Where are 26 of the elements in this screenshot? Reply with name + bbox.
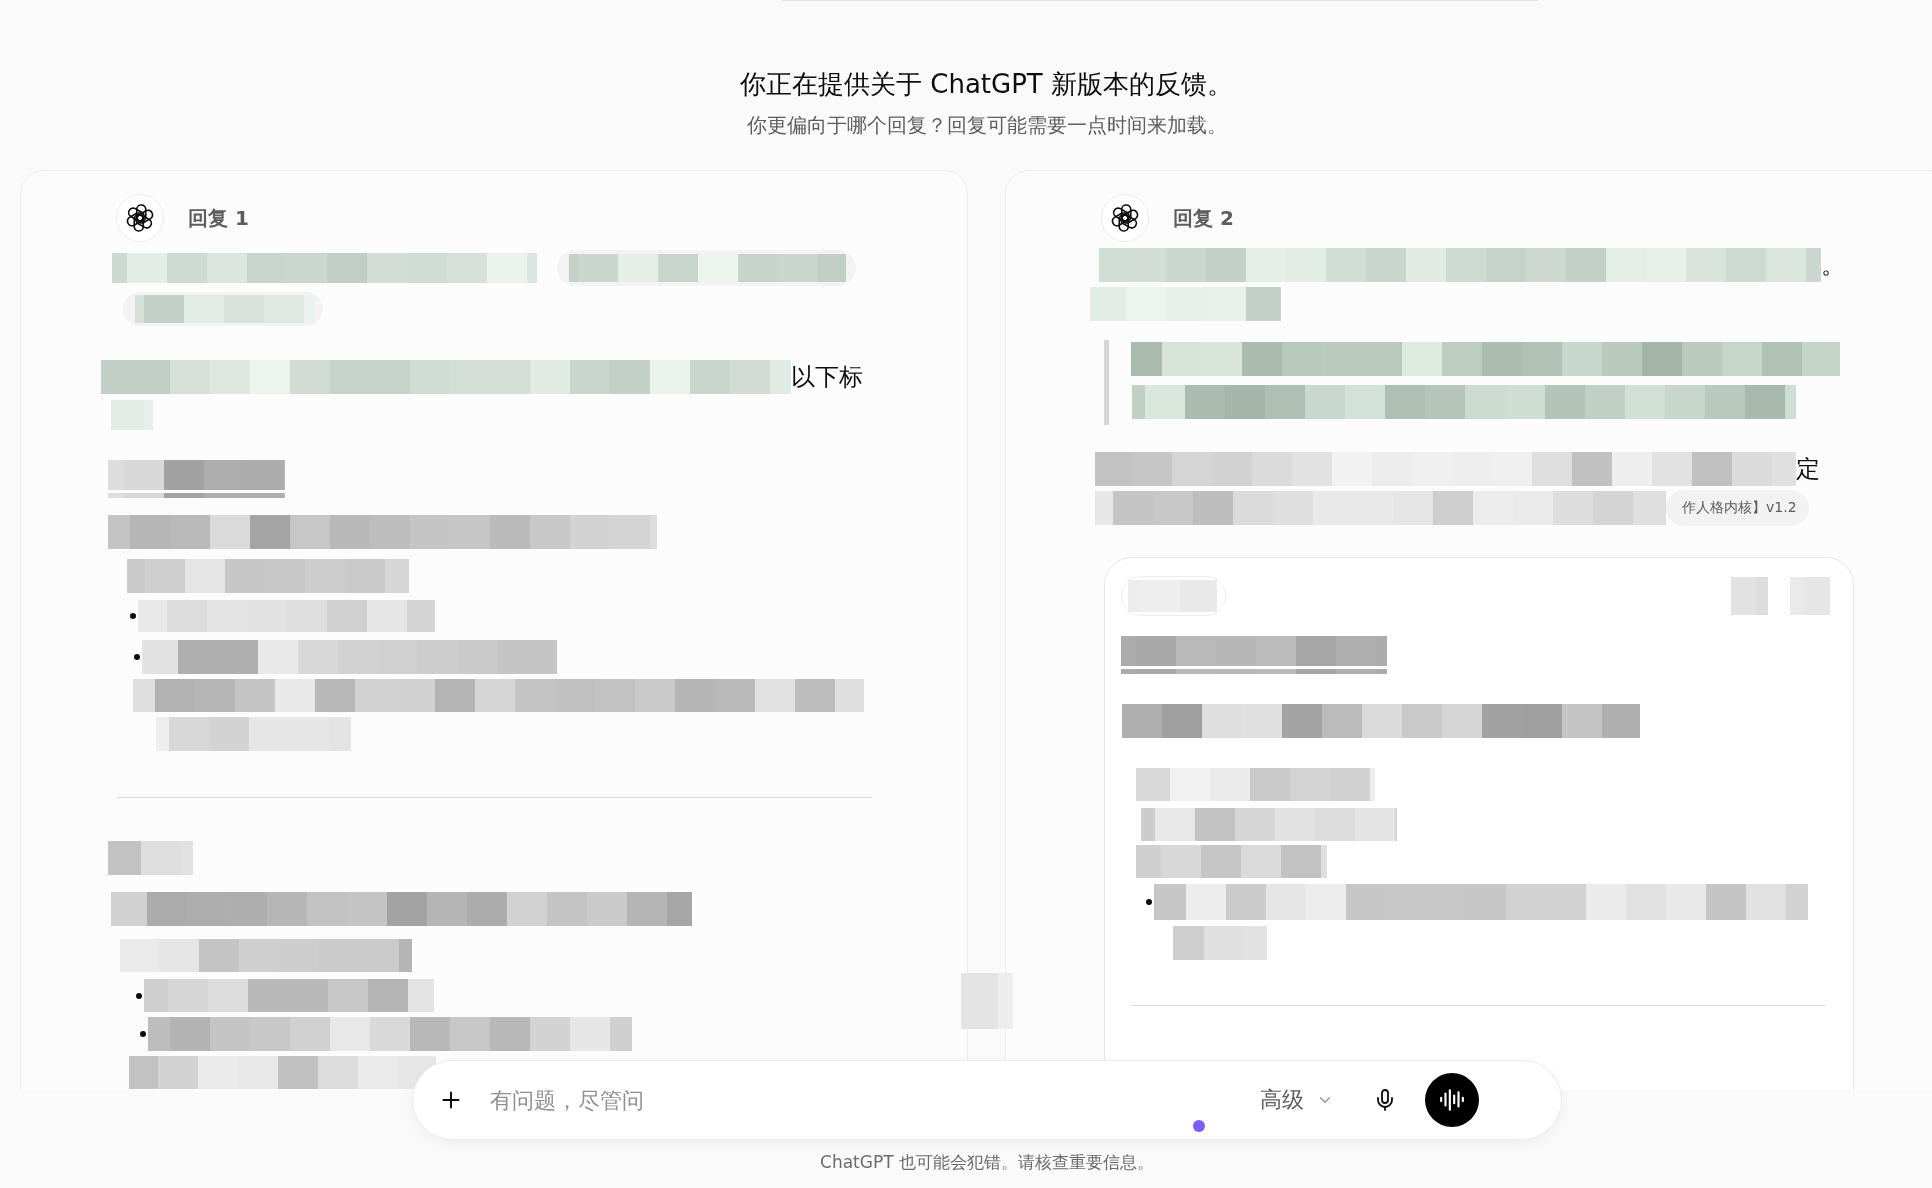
waveform-icon bbox=[1439, 1087, 1465, 1113]
voice-mode-button[interactable] bbox=[1425, 1073, 1479, 1127]
response-label: 回复 1 bbox=[188, 204, 249, 232]
disclaimer-text: ChatGPT 也可能会犯错。请核查重要信息。 bbox=[820, 1151, 1154, 1173]
knot-icon bbox=[116, 194, 164, 242]
pixelated-icon bbox=[1731, 577, 1768, 615]
page-title: 你正在提供关于 ChatGPT 新版本的反馈。 bbox=[740, 68, 1233, 101]
bullet-icon bbox=[140, 1031, 146, 1037]
pixelated-icon bbox=[1790, 577, 1830, 615]
message-composer[interactable]: 有问题，尽管问 高级 bbox=[412, 1060, 1562, 1140]
response-label: 回复 2 bbox=[1173, 204, 1234, 232]
pixelated-icon bbox=[961, 973, 1013, 1029]
bullet-icon bbox=[130, 613, 136, 619]
message-input[interactable]: 有问题，尽管问 bbox=[488, 1079, 1256, 1121]
model-selector-button[interactable]: 高级 bbox=[1256, 1085, 1338, 1115]
citation-chip[interactable]: 作人格内核】v1.2 bbox=[1666, 490, 1809, 526]
bullet-icon bbox=[136, 992, 142, 999]
page-subtitle: 你更偏向于哪个回复？回复可能需要一点时间来加载。 bbox=[746, 112, 1227, 139]
partial-text: 定 bbox=[1796, 454, 1820, 484]
dot-icon bbox=[1193, 1120, 1205, 1132]
partial-text: 。 bbox=[1821, 250, 1845, 280]
bullet-icon bbox=[1146, 899, 1152, 905]
knot-icon bbox=[1101, 194, 1149, 242]
partial-text: 以下标 bbox=[791, 362, 863, 392]
bullet-icon bbox=[134, 654, 140, 660]
pixelated-text bbox=[111, 400, 153, 430]
